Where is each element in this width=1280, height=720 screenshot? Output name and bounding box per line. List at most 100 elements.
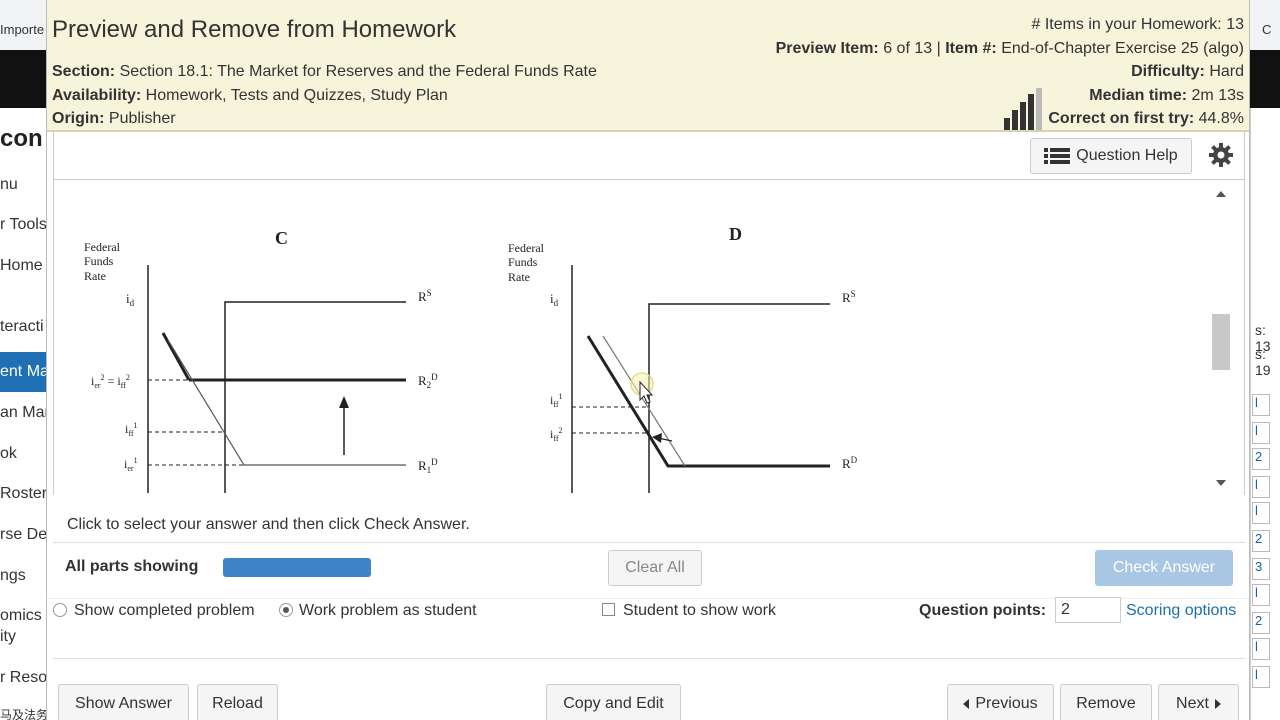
grade-cell[interactable]: 2 [1252,612,1270,634]
bookmark-imported[interactable]: Importe [0,22,44,37]
sidebar-item[interactable]: an Mar [0,404,46,422]
sidebar-item[interactable]: omics [0,607,42,625]
show-answer-button[interactable]: Show Answer [58,684,189,720]
question-help-button[interactable]: Question Help [1030,138,1192,174]
difficulty-value: Hard [1209,63,1244,80]
graph-d-y-title: Federal [508,241,545,255]
sidebar-item-active[interactable]: ent Ma [0,352,46,392]
graph-c-y-title: Funds [84,254,114,268]
question-toolbar: Question Help [53,132,1245,180]
graph-d-rd-original-curve [602,335,686,467]
progress-fill [223,558,371,577]
grade-cell[interactable]: l [1252,476,1270,498]
graph-d-rs-label: RS [842,289,856,305]
work-as-student-label[interactable]: Work problem as student [299,602,477,620]
sidebar-item[interactable]: teracti [0,318,44,336]
remove-button[interactable]: Remove [1060,684,1152,720]
work-as-student-radio[interactable] [279,603,293,617]
grade-cell[interactable]: 2 [1252,448,1270,470]
graph-c-iff1-label: iff1 [125,421,138,438]
graph-d-panel-label: D [729,224,742,244]
sidebar-item[interactable]: Roster [0,485,46,503]
grade-cell[interactable]: l [1252,666,1270,688]
grade-cell[interactable]: l [1252,502,1270,524]
student-show-work-label[interactable]: Student to show work [623,602,776,620]
background-sidebar: con nu r Tools Home teracti ent Ma an Ma… [0,108,46,720]
question-points-input[interactable] [1055,597,1121,623]
graph-d[interactable]: D Federal Funds Rate id RS RD iff1 iff2 [478,180,898,495]
previous-button[interactable]: Previous [947,684,1054,720]
chevron-left-icon [963,699,970,709]
student-show-work-checkbox[interactable] [602,603,615,616]
graph-c-r2d-label: R2D [418,372,438,390]
next-label: Next [1176,695,1209,712]
sidebar-item[interactable]: r Tools [0,216,46,234]
chevron-right-icon [1214,699,1221,709]
median-time-info: Median time: 2m 13s [1089,87,1244,105]
difficulty-info: Difficulty: Hard [1131,63,1244,81]
graph-c-r2d-slope [161,332,191,381]
right-mark: s: 19 [1255,346,1271,378]
origin-value: Publisher [108,110,176,127]
check-answer-button[interactable]: Check Answer [1095,550,1233,586]
scroll-up-icon[interactable] [1210,188,1232,202]
sidebar-title: con [0,125,43,152]
graph-d-iff2-label: iff2 [550,426,563,443]
grade-cell[interactable]: l [1252,422,1270,444]
graph-c-rs-label: RS [418,288,432,304]
sidebar-item[interactable]: rse De [0,526,46,544]
sidebar-item[interactable]: 马及法务 [0,706,46,720]
difficulty-label: Difficulty: [1131,63,1205,80]
sidebar-item[interactable]: r Reso [0,669,46,687]
reload-button[interactable]: Reload [197,684,278,720]
preview-options-row: Show completed problem Work problem as s… [47,597,1249,624]
divider [53,658,1245,659]
graph-c-r1d-label: R1D [418,457,438,475]
previous-label: Previous [975,695,1038,712]
grade-cell[interactable]: l [1252,394,1270,416]
question-graphs-area: C Federal Funds Rate id RS R2D R1D ier2 … [53,180,1245,495]
sidebar-item[interactable]: ok [0,445,17,463]
graph-c-y-title: Rate [84,269,106,283]
scroll-thumb[interactable] [1212,314,1230,370]
graph-d-rd-curve [586,335,830,468]
scoring-options-link[interactable]: Scoring options [1126,602,1236,620]
graph-d-iff1-label: iff1 [550,392,563,409]
item-number-value: End-of-Chapter Exercise 25 (algo) [1001,40,1244,57]
grade-cell[interactable]: l [1252,584,1270,606]
clear-all-button[interactable]: Clear All [608,550,702,586]
grade-cell[interactable]: 3 [1252,558,1270,580]
graph-d-y-title: Rate [508,270,530,284]
graph-c[interactable]: C Federal Funds Rate id RS R2D R1D ier2 … [54,180,474,495]
sidebar-item[interactable]: ity [0,628,16,646]
origin-info: Origin: Publisher [52,110,176,128]
gear-icon[interactable] [1208,142,1234,168]
grade-cell[interactable]: 2 [1252,530,1270,552]
sidebar-item[interactable]: ngs [0,567,26,585]
availability-info: Availability: Homework, Tests and Quizze… [52,87,448,105]
graph-c-r1d-curve [167,339,406,466]
question-help-label: Question Help [1076,147,1178,164]
divider [53,542,1245,543]
graphs-scrollbar[interactable] [1210,184,1232,494]
preview-modal: Preview and Remove from Homework Section… [46,0,1250,720]
all-parts-label: All parts showing [65,558,199,575]
next-button[interactable]: Next [1158,684,1239,720]
grade-cell[interactable]: l [1252,638,1270,660]
copy-and-edit-button[interactable]: Copy and Edit [546,684,681,720]
items-count: # Items in your Homework: 13 [1031,16,1244,33]
sidebar-item[interactable]: Home [0,257,43,275]
section-value: Section 18.1: The Market for Reserves an… [119,63,597,80]
preview-item-info: Preview Item: 6 of 13 | Item #: End-of-C… [776,40,1244,58]
sidebar-item[interactable]: nu [0,176,18,194]
graph-d-y-title: Funds [508,255,538,269]
graph-c-panel-label: C [275,228,288,248]
parts-progress-bar [223,558,371,577]
modal-header: Preview and Remove from Homework Section… [47,0,1249,132]
availability-label: Availability: [52,87,142,104]
show-completed-radio[interactable] [53,603,67,617]
bookmark-right[interactable]: C [1262,22,1271,37]
show-completed-label[interactable]: Show completed problem [74,602,255,620]
graph-d-rd-label: RD [842,455,858,471]
scroll-down-icon[interactable] [1210,476,1232,490]
